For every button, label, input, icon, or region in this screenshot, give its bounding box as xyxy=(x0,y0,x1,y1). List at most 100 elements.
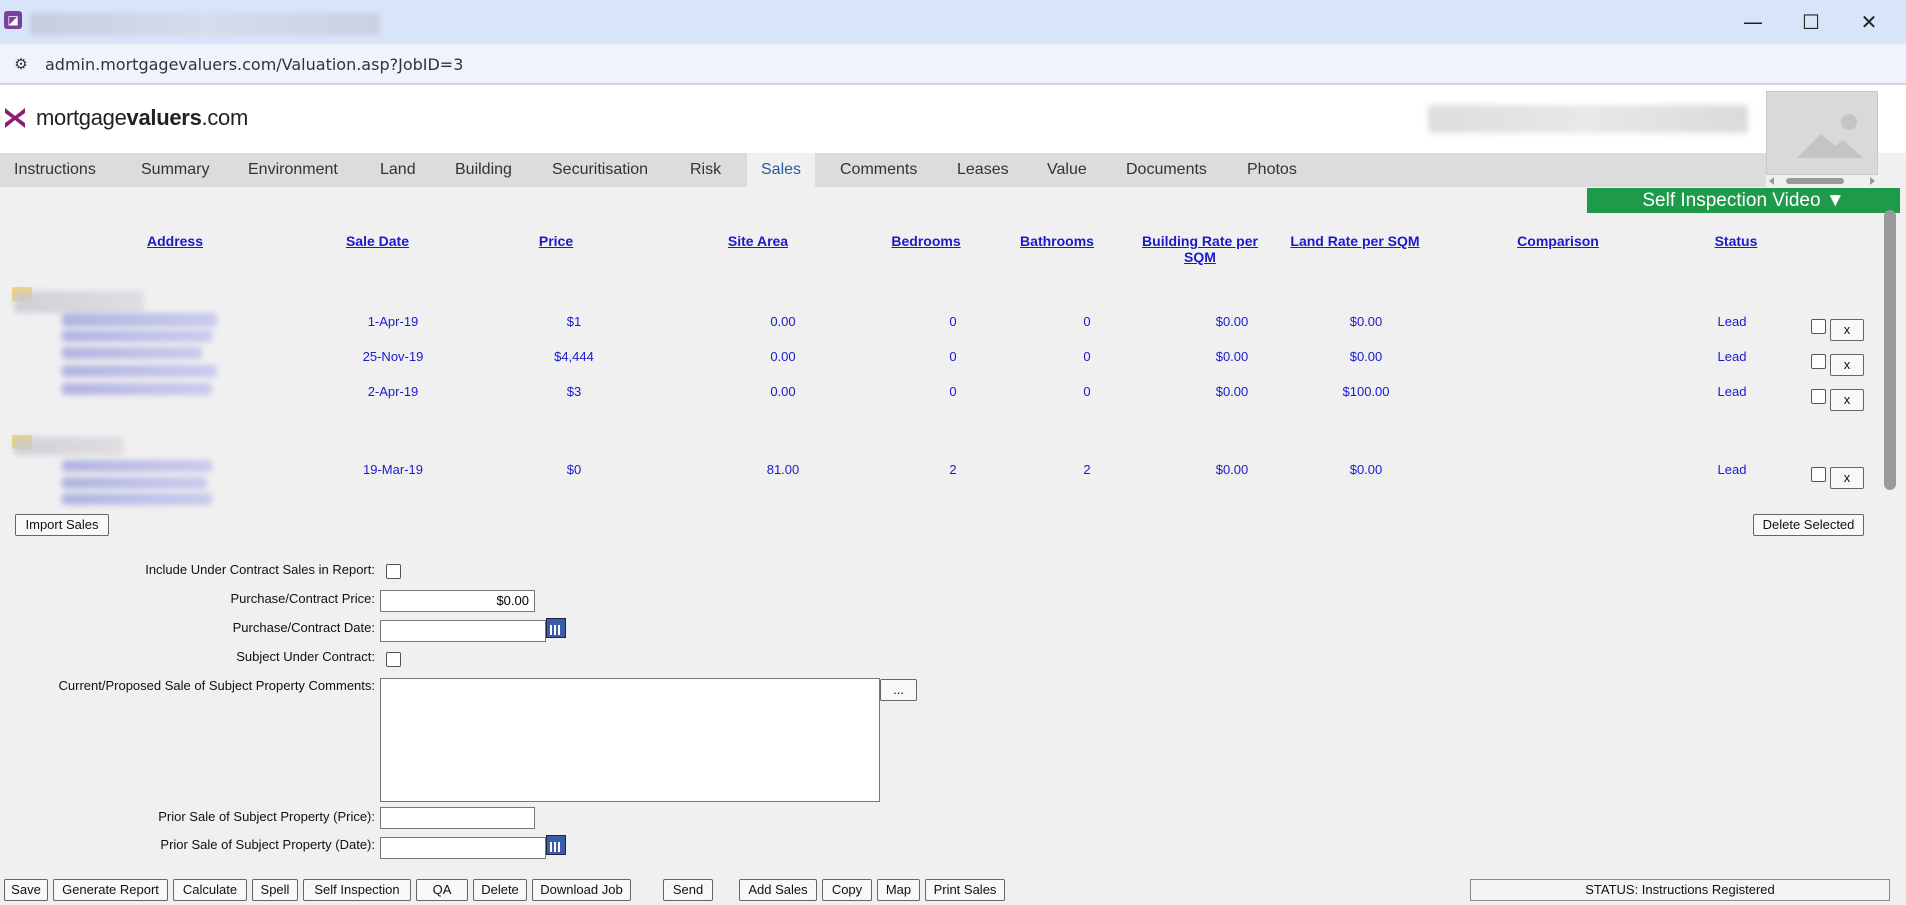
delete-selected-button[interactable]: Delete Selected xyxy=(1753,514,1864,536)
tab-risk[interactable]: Risk xyxy=(676,153,735,187)
site-area: 0.00 xyxy=(770,349,796,364)
action-bar: Save Generate Report Calculate Spell Sel… xyxy=(0,870,1906,905)
sale-address[interactable] xyxy=(62,477,207,489)
tab-comments[interactable]: Comments xyxy=(826,153,931,187)
comments-expand-button[interactable]: ... xyxy=(880,679,917,701)
sale-status: Lead xyxy=(1717,462,1747,477)
select-sale-checkbox[interactable] xyxy=(1811,354,1826,369)
tab-photos[interactable]: Photos xyxy=(1233,153,1311,187)
column-bedrooms[interactable]: Bedrooms xyxy=(876,233,976,249)
prior-sale-date-input[interactable] xyxy=(380,837,546,859)
site-area: 81.00 xyxy=(766,462,800,477)
bedrooms: 0 xyxy=(949,384,957,399)
sale-address[interactable] xyxy=(62,493,212,505)
sale-address[interactable] xyxy=(62,313,217,327)
calculate-button[interactable]: Calculate xyxy=(173,879,247,901)
sale-address[interactable] xyxy=(62,330,212,342)
land-rate: $0.00 xyxy=(1349,314,1383,329)
tab-value[interactable]: Value xyxy=(1033,153,1101,187)
close-button[interactable]: ✕ xyxy=(1846,6,1892,38)
column-bathrooms[interactable]: Bathrooms xyxy=(1007,233,1107,249)
map-button[interactable]: Map xyxy=(877,879,920,901)
select-sale-checkbox[interactable] xyxy=(1811,319,1826,334)
purchase-price-input[interactable]: $0.00 xyxy=(380,590,535,612)
column-status[interactable]: Status xyxy=(1696,233,1776,249)
address-bar[interactable]: ⚙ admin.mortgagevaluers.com/Valuation.as… xyxy=(0,44,1906,84)
tab-building[interactable]: Building xyxy=(441,153,526,187)
maximize-button[interactable]: ☐ xyxy=(1788,6,1834,38)
comments-label: Current/Proposed Sale of Subject Propert… xyxy=(58,678,375,693)
delete-sale-button[interactable]: x xyxy=(1830,354,1864,376)
tab-securitisation[interactable]: Securitisation xyxy=(538,153,662,187)
sale-date: 19-Mar-19 xyxy=(363,462,423,477)
site-area: 0.00 xyxy=(770,314,796,329)
purchase-date-input[interactable] xyxy=(380,620,546,642)
bedrooms: 0 xyxy=(949,349,957,364)
sale-address[interactable] xyxy=(62,347,202,359)
logo-icon xyxy=(5,108,25,128)
property-photo-placeholder[interactable] xyxy=(1766,91,1878,175)
save-button[interactable]: Save xyxy=(4,879,48,901)
bathrooms: 2 xyxy=(1083,462,1091,477)
column-comparison[interactable]: Comparison xyxy=(1508,233,1608,249)
tab-environment[interactable]: Environment xyxy=(234,153,352,187)
building-rate: $0.00 xyxy=(1215,314,1249,329)
self-inspection-button[interactable]: Self Inspection xyxy=(303,879,411,901)
column-sale-date[interactable]: Sale Date xyxy=(320,233,435,249)
user-info xyxy=(1428,105,1748,133)
column-address[interactable]: Address xyxy=(120,233,230,249)
land-rate: $100.00 xyxy=(1342,384,1390,399)
sale-price: $0 xyxy=(566,462,582,477)
tab-instructions[interactable]: Instructions xyxy=(0,153,110,187)
prior-sale-price-input[interactable] xyxy=(380,807,535,829)
copy-button[interactable]: Copy xyxy=(822,879,872,901)
calendar-icon[interactable] xyxy=(546,618,566,638)
column-land-rate[interactable]: Land Rate per SQM xyxy=(1280,233,1430,249)
tab-land[interactable]: Land xyxy=(366,153,430,187)
comments-textarea[interactable] xyxy=(380,678,880,802)
qa-button[interactable]: QA xyxy=(416,879,468,901)
generate-report-button[interactable]: Generate Report xyxy=(53,879,168,901)
window-title xyxy=(30,13,380,35)
site-settings-icon[interactable]: ⚙ xyxy=(10,53,32,75)
sale-address[interactable] xyxy=(62,365,217,377)
calendar-icon[interactable] xyxy=(546,835,566,855)
sale-status: Lead xyxy=(1717,314,1747,329)
sale-address[interactable] xyxy=(62,383,212,395)
building-rate: $0.00 xyxy=(1215,462,1249,477)
status-indicator: STATUS: Instructions Registered xyxy=(1470,879,1890,901)
include-under-contract-checkbox[interactable] xyxy=(386,564,401,579)
column-building-rate[interactable]: Building Rate per SQM xyxy=(1130,233,1270,265)
send-button[interactable]: Send xyxy=(663,879,713,901)
import-sales-button[interactable]: Import Sales xyxy=(15,514,109,536)
thumbnail-scrollbar[interactable] xyxy=(1766,175,1878,187)
purchase-date-label: Purchase/Contract Date: xyxy=(232,620,375,635)
prior-sale-price-label: Prior Sale of Subject Property (Price): xyxy=(158,809,375,824)
url-text[interactable]: admin.mortgagevaluers.com/Valuation.asp?… xyxy=(45,55,463,74)
subject-under-contract-checkbox[interactable] xyxy=(386,652,401,667)
page-scrollbar-thumb[interactable] xyxy=(1884,210,1896,490)
delete-sale-button[interactable]: x xyxy=(1830,319,1864,341)
tab-summary[interactable]: Summary xyxy=(127,153,223,187)
add-sales-button[interactable]: Add Sales xyxy=(739,879,817,901)
self-inspection-video-button[interactable]: Self Inspection Video ▼ xyxy=(1587,188,1900,213)
download-job-button[interactable]: Download Job xyxy=(532,879,631,901)
delete-sale-button[interactable]: x xyxy=(1830,389,1864,411)
app-icon: ◪ xyxy=(4,11,22,29)
include-under-contract-label: Include Under Contract Sales in Report: xyxy=(145,562,375,577)
delete-button[interactable]: Delete xyxy=(473,879,527,901)
select-sale-checkbox[interactable] xyxy=(1811,389,1826,404)
select-sale-checkbox[interactable] xyxy=(1811,467,1826,482)
tab-sales[interactable]: Sales xyxy=(747,153,816,187)
site-header: mortgagevaluers.com xyxy=(0,85,1906,185)
tab-documents[interactable]: Documents xyxy=(1112,153,1221,187)
spell-button[interactable]: Spell xyxy=(252,879,298,901)
column-site-area[interactable]: Site Area xyxy=(708,233,808,249)
delete-sale-button[interactable]: x xyxy=(1830,467,1864,489)
tab-leases[interactable]: Leases xyxy=(943,153,1023,187)
sale-address[interactable] xyxy=(62,460,212,472)
page: mortgagevaluers.com Instructions Summary… xyxy=(0,85,1906,905)
print-sales-button[interactable]: Print Sales xyxy=(925,879,1005,901)
minimize-button[interactable]: — xyxy=(1730,6,1776,38)
column-price[interactable]: Price xyxy=(516,233,596,249)
